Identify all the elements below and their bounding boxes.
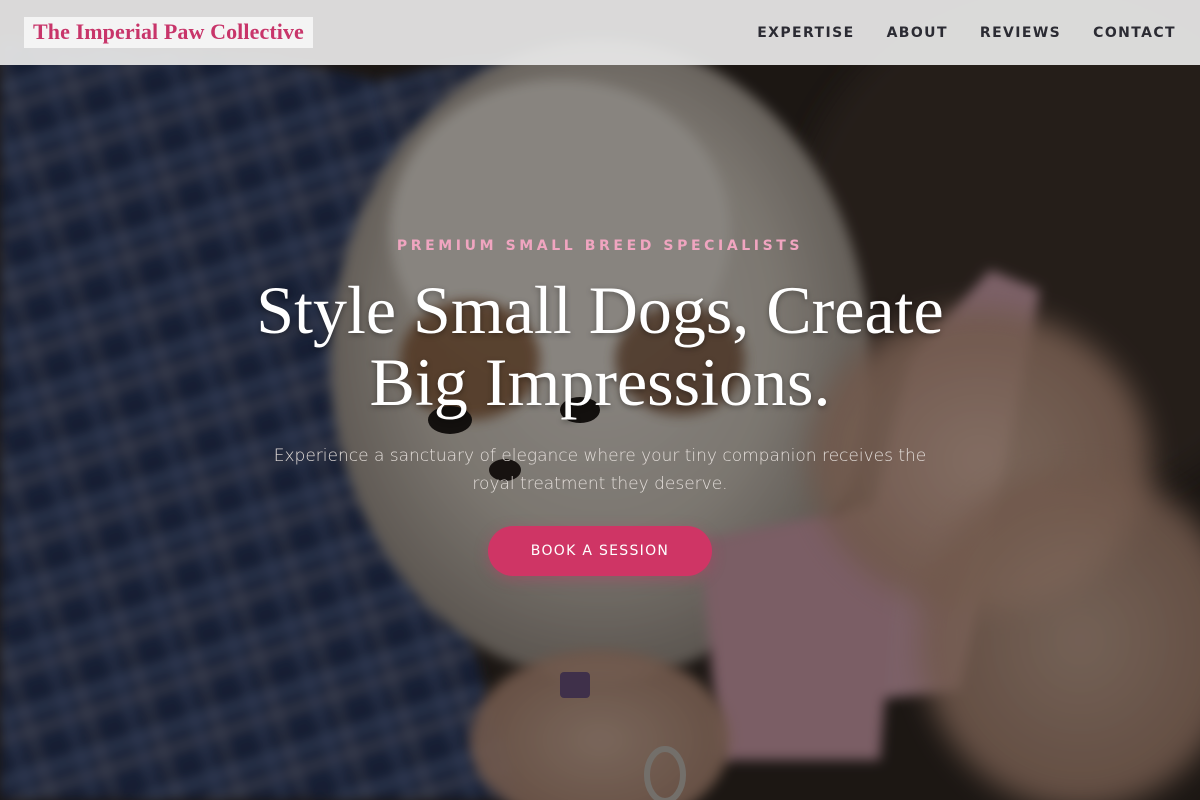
nav-link-reviews[interactable]: REVIEWS (980, 25, 1061, 41)
book-session-button[interactable]: BOOK A SESSION (488, 526, 712, 576)
hero-eyebrow: PREMIUM SMALL BREED SPECIALISTS (396, 238, 804, 254)
hero-headline-line-2: Big Impressions. (369, 344, 831, 420)
site-header: The Imperial Paw Collective EXPERTISE AB… (0, 0, 1200, 65)
nav-link-expertise[interactable]: EXPERTISE (757, 25, 854, 41)
hero-subtext: Experience a sanctuary of elegance where… (273, 446, 927, 494)
hero-headline-line-1: Style Small Dogs, Create (256, 272, 944, 348)
main-navigation: EXPERTISE ABOUT REVIEWS CONTACT (757, 25, 1176, 41)
nav-link-contact[interactable]: CONTACT (1093, 25, 1176, 41)
hero-content: PREMIUM SMALL BREED SPECIALISTS Style Sm… (0, 238, 1200, 576)
site-logo[interactable]: The Imperial Paw Collective (24, 17, 313, 48)
nav-link-about[interactable]: ABOUT (887, 25, 948, 41)
hero-headline: Style Small Dogs, Create Big Impressions… (0, 274, 1200, 418)
